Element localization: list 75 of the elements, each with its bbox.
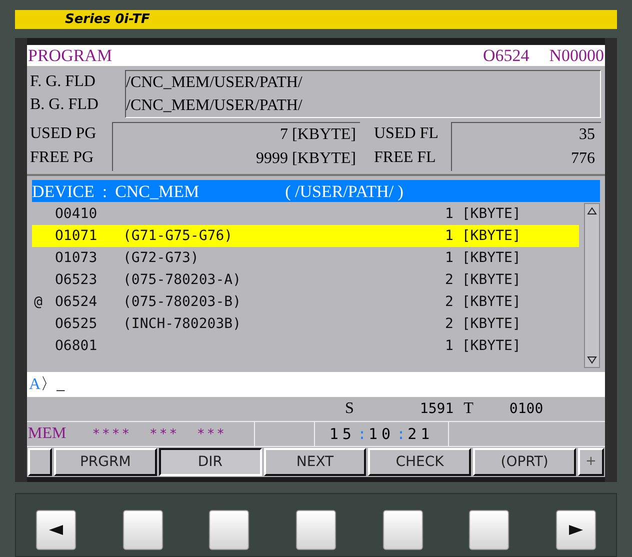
program-size: 1 [KBYTE] — [445, 229, 521, 243]
device-label: DEVICE — [32, 182, 94, 200]
program-size: 1 [KBYTE] — [445, 207, 521, 221]
input-cursor: _ — [56, 376, 65, 392]
right-arrow-icon — [568, 525, 583, 535]
program-comment: (G72-G73) — [123, 251, 199, 265]
status-field: **** — [92, 428, 132, 440]
program-comment: (075-780203-B) — [123, 295, 242, 309]
time-part: 15 — [329, 426, 356, 442]
sequence-number: N00000 — [549, 47, 604, 64]
free-pg-label: FREE PG — [30, 148, 95, 168]
device-name: CNC_MEM — [115, 182, 200, 200]
folder-label: F. G. FLD — [30, 72, 96, 92]
tool-value: 0100 — [509, 402, 544, 416]
program-number: O6525 — [55, 317, 98, 331]
softkey[interactable]: CHECK — [368, 448, 472, 476]
time-separator: : — [357, 426, 366, 442]
program-row[interactable]: O1073 (G72-G73) 1 [KBYTE] — [32, 247, 579, 269]
device-path: ( /USER/PATH/ ) — [285, 182, 404, 200]
function-key[interactable] — [556, 510, 596, 550]
device-separator: : — [102, 182, 108, 200]
model-banner: Series 0i-TF — [15, 10, 617, 29]
folder-label: B. G. FLD — [30, 94, 100, 114]
status-field: *** — [150, 428, 180, 440]
program-number: O6524 — [482, 47, 530, 64]
used-fl-label: USED FL — [374, 124, 440, 144]
program-row[interactable]: O6801 1 [KBYTE] — [32, 335, 579, 357]
spindle-value: 1591 — [420, 402, 454, 416]
softkey[interactable]: NEXT — [264, 448, 366, 476]
program-size: 2 [KBYTE] — [445, 317, 521, 331]
time-part: 10 — [368, 426, 395, 442]
program-row[interactable]: O6525 (INCH-780203B) 2 [KBYTE] — [32, 313, 579, 335]
status-field: *** — [197, 428, 227, 440]
program-row[interactable]: O1071 (G71-G75-G76) 1 [KBYTE] — [32, 225, 579, 247]
scrollbar[interactable] — [584, 203, 600, 368]
program-row[interactable]: O0410 1 [KBYTE] — [32, 203, 579, 225]
time-separator: : — [396, 426, 406, 442]
program-size: 2 [KBYTE] — [445, 273, 521, 287]
current-marker: @ — [34, 295, 42, 309]
free-pg-value: 9999 [KBYTE] — [256, 149, 356, 169]
program-row[interactable]: O6523 (075-780203-A) 2 [KBYTE] — [32, 269, 579, 291]
spindle-label: S — [345, 401, 354, 417]
program-number: O6523 — [55, 273, 98, 287]
softkey[interactable]: + — [578, 448, 604, 476]
free-fl-label: FREE FL — [374, 148, 437, 168]
function-key[interactable] — [36, 510, 76, 550]
softkey[interactable]: DIR — [158, 448, 262, 476]
program-size: 1 [KBYTE] — [445, 339, 521, 353]
program-comment: (G71-G75-G76) — [123, 229, 233, 243]
screen-title: PROGRAM — [28, 47, 112, 64]
program-row[interactable]: @ O6524 (075-780203-B) 2 [KBYTE] — [32, 291, 579, 313]
program-comment: (075-780203-A) — [123, 273, 242, 287]
input-caret: 〉 — [40, 376, 57, 392]
program-number: O1071 — [55, 229, 98, 243]
time-part: 21 — [408, 426, 434, 442]
program-size: 2 [KBYTE] — [445, 295, 521, 309]
program-number: O6524 — [55, 295, 98, 309]
left-arrow-icon — [49, 525, 63, 535]
used-pg-label: USED PG — [30, 124, 98, 144]
used-pg-value: 7 [KBYTE] — [280, 125, 356, 145]
folder-path: /CNC_MEM/USER/PATH/ — [126, 72, 304, 92]
program-size: 1 [KBYTE] — [445, 251, 521, 265]
free-fl-value: 776 — [571, 149, 595, 169]
program-number: O0410 — [55, 207, 98, 221]
folder-path: /CNC_MEM/USER/PATH/ — [126, 96, 304, 116]
used-fl-value: 35 — [579, 125, 595, 145]
softkey[interactable]: (OPRT) — [473, 448, 576, 476]
input-prompt: A — [29, 376, 41, 392]
program-number: O1073 — [55, 251, 98, 265]
mode-label: MEM — [28, 426, 66, 442]
softkey[interactable] — [28, 448, 52, 476]
tool-label: T — [464, 401, 474, 417]
program-comment: (INCH-780203B) — [123, 317, 242, 331]
softkey[interactable]: PRGRM — [54, 448, 157, 476]
program-number: O6801 — [55, 339, 98, 353]
